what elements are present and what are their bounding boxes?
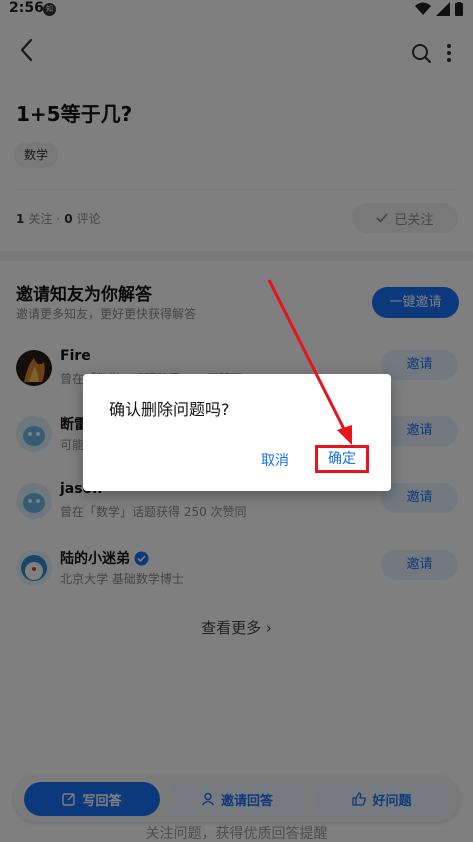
delete-confirm-dialog: 确认删除问题吗? 取消 确定 bbox=[83, 374, 391, 491]
confirm-button[interactable]: 确定 bbox=[315, 445, 369, 473]
cancel-button[interactable]: 取消 bbox=[261, 450, 289, 470]
dialog-message: 确认删除问题吗? bbox=[109, 400, 230, 419]
